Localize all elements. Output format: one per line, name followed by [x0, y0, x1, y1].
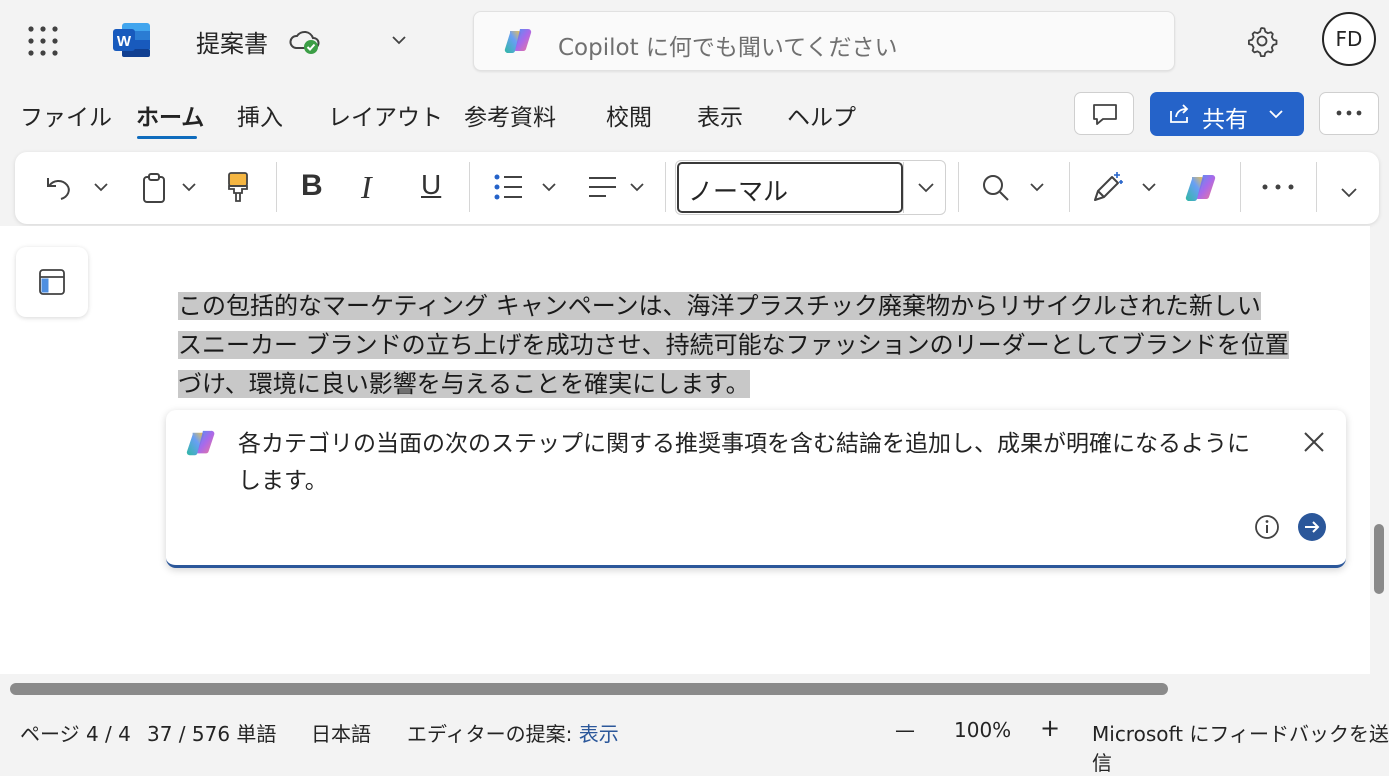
vertical-scrollbar[interactable]	[1374, 524, 1384, 594]
comment-icon	[1091, 102, 1119, 128]
selected-paragraph[interactable]: この包括的なマーケティング キャンペーンは、海洋プラスチック廃棄物からリサイクル…	[178, 287, 1308, 404]
copilot-icon	[186, 428, 218, 458]
tab-layout[interactable]: レイアウト	[328, 98, 443, 132]
italic-icon[interactable]: I	[361, 169, 372, 206]
cloud-saved-check-icon	[288, 28, 322, 56]
send-arrow-icon[interactable]	[1297, 512, 1327, 542]
zoom-out-button[interactable]: —	[895, 718, 915, 742]
ribbon-separator	[469, 162, 470, 212]
share-button[interactable]: 共有	[1150, 92, 1304, 136]
active-tab-indicator	[137, 136, 197, 139]
avatar[interactable]: FD	[1322, 12, 1376, 66]
ribbon-separator	[276, 162, 277, 212]
navigation-pane-icon	[39, 269, 65, 295]
underline-icon[interactable]: U	[421, 169, 441, 201]
ribbon-separator	[1240, 162, 1241, 212]
tab-file[interactable]: ファイル	[20, 98, 112, 132]
paragraph-line: づけ、環境に良い影響を与えることを確実にします。	[178, 370, 750, 398]
ribbon-separator	[665, 162, 666, 212]
align-chevron-down-icon[interactable]	[629, 181, 645, 193]
svg-text:W: W	[117, 33, 132, 50]
find-chevron-down-icon[interactable]	[1029, 181, 1045, 193]
title-chevron-down-icon[interactable]	[391, 34, 407, 46]
clipboard-chevron-down-icon[interactable]	[181, 181, 197, 193]
prompt-line: します。	[238, 468, 328, 494]
zoom-in-button[interactable]: +	[1040, 714, 1060, 742]
gear-icon[interactable]	[1246, 25, 1278, 57]
copilot-search-box[interactable]: Copilot に何でも聞いてください	[473, 11, 1175, 71]
format-painter-icon[interactable]	[226, 171, 250, 203]
status-word-count[interactable]: 37 / 576 単語	[147, 718, 276, 747]
zoom-level[interactable]: 100%	[954, 718, 1011, 742]
copilot-prompt-input[interactable]: 各カテゴリの当面の次のステップに関する推奨事項を含む結論を追加し、成果が明確にな…	[238, 426, 1268, 500]
tab-home[interactable]: ホーム	[136, 98, 204, 132]
designer-chevron-down-icon[interactable]	[1141, 181, 1157, 193]
tab-help[interactable]: ヘルプ	[787, 98, 856, 132]
search-placeholder: Copilot に何でも聞いてください	[558, 35, 898, 61]
clipboard-icon[interactable]	[141, 172, 167, 204]
copilot-icon	[504, 27, 534, 55]
word-app-icon[interactable]: W	[112, 22, 152, 58]
document-title[interactable]: 提案書	[196, 24, 268, 59]
tab-references[interactable]: 参考資料	[464, 98, 556, 132]
copilot-ribbon-icon[interactable]	[1185, 172, 1219, 204]
bold-icon[interactable]: B	[301, 169, 323, 203]
style-separator	[903, 162, 904, 213]
ribbon-more-icon[interactable]	[1262, 184, 1294, 190]
close-icon[interactable]	[1302, 430, 1326, 454]
feedback-link[interactable]: Microsoft にフィードバックを送信	[1092, 718, 1389, 776]
share-chevron-down-icon	[1268, 108, 1284, 120]
avatar-initials: FD	[1335, 27, 1363, 51]
status-editor-suggestions[interactable]: エディターの提案: 表示	[407, 718, 619, 747]
copilot-inline-card: 各カテゴリの当面の次のステップに関する推奨事項を含む結論を追加し、成果が明確にな…	[166, 410, 1346, 568]
status-language[interactable]: 日本語	[311, 718, 371, 747]
undo-chevron-down-icon[interactable]	[93, 181, 109, 193]
more-options-button[interactable]	[1319, 92, 1379, 135]
bullets-icon[interactable]	[494, 173, 524, 201]
navigation-pane-button[interactable]	[16, 247, 88, 317]
comments-button[interactable]	[1074, 92, 1134, 135]
share-label: 共有	[1202, 107, 1248, 133]
ribbon-separator	[1069, 162, 1070, 212]
align-icon[interactable]	[588, 175, 618, 199]
ribbon-separator	[1316, 162, 1317, 212]
tab-view[interactable]: 表示	[697, 98, 743, 132]
find-icon[interactable]	[981, 173, 1011, 203]
status-page[interactable]: ページ 4 / 4	[20, 718, 131, 747]
paragraph-line: この包括的なマーケティング キャンペーンは、海洋プラスチック廃棄物からリサイクル…	[178, 292, 1261, 320]
prompt-line: 各カテゴリの当面の次のステップに関する推奨事項を含む結論を追加し、成果が明確にな…	[238, 431, 1250, 457]
horizontal-scrollbar[interactable]	[10, 683, 1168, 695]
undo-icon[interactable]	[44, 172, 74, 202]
ribbon-separator	[958, 162, 959, 212]
editor-label: エディターの提案:	[407, 722, 573, 746]
more-horizontal-icon	[1336, 110, 1362, 116]
app-launcher-icon[interactable]	[27, 25, 59, 57]
editor-value-link[interactable]: 表示	[579, 722, 619, 746]
designer-pen-icon[interactable]	[1091, 170, 1125, 204]
info-icon[interactable]	[1254, 514, 1280, 540]
ribbon-expand-chevron-icon[interactable]	[1340, 186, 1358, 199]
tab-review[interactable]: 校閲	[606, 98, 652, 132]
paragraph-line: スニーカー ブランドの立ち上げを成功させ、持続可能なファッションのリーダーとして…	[178, 331, 1289, 359]
bullets-chevron-down-icon[interactable]	[541, 181, 557, 193]
style-value: ノーマル	[688, 177, 789, 206]
style-chevron-down-icon[interactable]	[917, 181, 935, 194]
tab-insert[interactable]: 挿入	[237, 98, 283, 132]
share-icon	[1168, 103, 1192, 125]
